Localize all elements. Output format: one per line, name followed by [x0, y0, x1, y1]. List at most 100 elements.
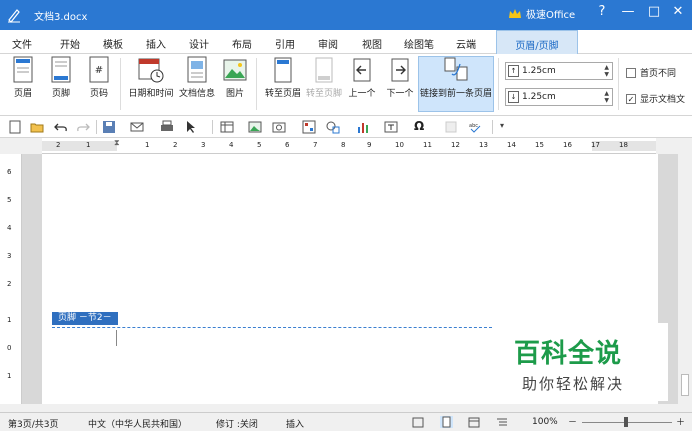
language-status[interactable]: 中文（中华人民共和国）	[88, 417, 187, 430]
tab-cloud[interactable]: 云端	[456, 36, 476, 51]
ruler-tick: 4	[229, 141, 234, 149]
table-icon[interactable]	[220, 120, 234, 134]
link-to-previous-button[interactable]: 链接到前一条页眉	[418, 56, 494, 99]
header-label: 页眉	[13, 89, 32, 99]
spinner-arrows-icon[interactable]: ▲ ▼	[604, 64, 609, 78]
indent-marker-icon[interactable]: ⧗	[114, 138, 120, 148]
date-time-button[interactable]: 日期和时间	[126, 56, 176, 99]
bar-chart-icon[interactable]	[356, 120, 370, 134]
save-icon[interactable]	[102, 120, 116, 134]
print-icon[interactable]	[160, 120, 174, 134]
pen-icon[interactable]	[6, 7, 22, 23]
goto-footer-label: 转至页脚	[305, 89, 342, 99]
page-count[interactable]: 第3页/共3页	[8, 417, 59, 430]
tab-review[interactable]: 审阅	[318, 36, 338, 51]
tab-template[interactable]: 模板	[103, 36, 123, 51]
footer-boundary-line	[52, 327, 492, 328]
zoom-out-button[interactable]: －	[568, 415, 577, 428]
pointer-icon[interactable]	[184, 120, 198, 134]
previous-button[interactable]: 上一个	[346, 56, 378, 99]
header-distance-value[interactable]: 1.25cm	[522, 66, 556, 76]
header-button[interactable]: 页眉	[10, 56, 36, 99]
picture-icon	[223, 59, 247, 81]
next-button[interactable]: 下一个	[384, 56, 416, 99]
footer-button[interactable]: 页脚	[48, 56, 74, 99]
page-number-button[interactable]: # 页码	[86, 56, 112, 99]
checkbox-unchecked[interactable]	[626, 67, 636, 78]
header-distance-spinner[interactable]: ↑ 1.25cm ▲ ▼	[505, 62, 613, 80]
zoom-level[interactable]: 100%	[532, 417, 558, 427]
ruler-corner	[0, 138, 42, 154]
goto-footer-button[interactable]: 转至页脚	[304, 56, 344, 99]
tab-view[interactable]: 视图	[362, 36, 382, 51]
insert-mode[interactable]: 插入	[286, 417, 304, 430]
ruler-tick: 18	[619, 141, 628, 149]
show-document-text-label: 显示文档文	[640, 95, 686, 105]
image-icon[interactable]	[248, 120, 262, 134]
text-box-icon[interactable]	[384, 120, 398, 134]
chart-grid-icon[interactable]	[302, 120, 316, 134]
abc-spell-icon[interactable]: abc	[468, 120, 482, 134]
tab-home[interactable]: 开始	[60, 36, 80, 51]
outline-view-icon[interactable]	[496, 417, 508, 428]
zoom-in-button[interactable]: ＋	[676, 415, 685, 428]
ruler-tick: 11	[423, 141, 432, 149]
goto-header-icon	[274, 57, 292, 83]
spinner-arrows-icon[interactable]: ▲ ▼	[604, 90, 609, 104]
email-icon[interactable]	[130, 120, 144, 134]
toolbar-more-icon[interactable]: ▾	[500, 121, 514, 135]
footer-distance-spinner[interactable]: ↓ 1.25cm ▲ ▼	[505, 88, 613, 106]
page-number-icon: #	[89, 56, 109, 83]
footer-distance-value[interactable]: 1.25cm	[522, 92, 556, 102]
redo-icon[interactable]	[76, 120, 90, 134]
shapes-icon[interactable]	[326, 120, 340, 134]
ribbon-separator	[498, 58, 499, 110]
checkbox-checked[interactable]: ✓	[626, 93, 636, 104]
ruler-tick: 13	[479, 141, 488, 149]
maximize-button[interactable]: □	[644, 4, 664, 19]
open-folder-icon[interactable]	[30, 120, 44, 134]
scrollbar-thumb[interactable]	[681, 374, 689, 396]
tab-layout[interactable]: 布局	[232, 36, 252, 51]
vertical-ruler[interactable]: 6 5 4 3 2 1 0 1	[0, 154, 22, 404]
title-bar: 文档3.docx 极速Office ? — □ ✕	[0, 0, 692, 30]
print-layout-icon[interactable]	[440, 416, 453, 428]
ruler-tick: 1	[86, 141, 91, 149]
ruler-tick: 10	[395, 141, 404, 149]
tab-insert[interactable]: 插入	[146, 36, 166, 51]
close-button[interactable]: ✕	[668, 4, 688, 19]
field-icon[interactable]	[444, 120, 458, 134]
arrow-left-icon	[353, 58, 371, 82]
footer-section-tag: 页脚 －节2－	[52, 312, 118, 325]
first-page-different-checkbox[interactable]: 首页不同	[626, 66, 676, 79]
tab-file[interactable]: 文件	[12, 36, 32, 51]
minimize-button[interactable]: —	[618, 4, 638, 19]
doc-info-button[interactable]: 文档信息	[176, 56, 218, 99]
help-button[interactable]: ?	[592, 4, 612, 19]
header-distance-icon: ↑	[508, 65, 519, 77]
header-page-icon	[13, 56, 33, 83]
screenshot-icon[interactable]	[272, 120, 286, 134]
footer-distance-icon: ↓	[508, 91, 519, 103]
symbol-omega-icon[interactable]: Ω	[414, 119, 428, 133]
tab-design[interactable]: 设计	[189, 36, 209, 51]
tab-drawing-pen[interactable]: 绘图笔	[404, 36, 434, 51]
revision-status[interactable]: 修订 :关闭	[216, 417, 258, 430]
picture-button[interactable]: 图片	[222, 56, 248, 99]
goto-header-label: 转至页眉	[264, 89, 301, 99]
tab-header-footer[interactable]: 页眉/页脚	[496, 30, 578, 54]
new-document-icon[interactable]	[8, 120, 22, 134]
zoom-slider-thumb[interactable]	[624, 417, 628, 427]
horizontal-ruler[interactable]: 2 1 1 2 3 4 5 6 7 8 9 10 11 12 13 14 15 …	[42, 138, 656, 154]
status-bar: 第3页/共3页 中文（中华人民共和国） 修订 :关闭 插入 100% － ＋	[0, 412, 692, 431]
watermark-sub-text: 助你轻松解决	[522, 375, 625, 393]
undo-icon[interactable]	[54, 120, 68, 134]
focus-view-icon[interactable]	[412, 417, 424, 428]
tab-references[interactable]: 引用	[275, 36, 295, 51]
ruler-tick: 2	[173, 141, 178, 149]
web-layout-icon[interactable]	[468, 417, 480, 428]
show-document-text-checkbox[interactable]: ✓ 显示文档文	[626, 92, 685, 105]
vertical-scrollbar[interactable]	[678, 154, 692, 404]
goto-header-button[interactable]: 转至页眉	[262, 56, 304, 99]
ruler-tick: 14	[507, 141, 516, 149]
